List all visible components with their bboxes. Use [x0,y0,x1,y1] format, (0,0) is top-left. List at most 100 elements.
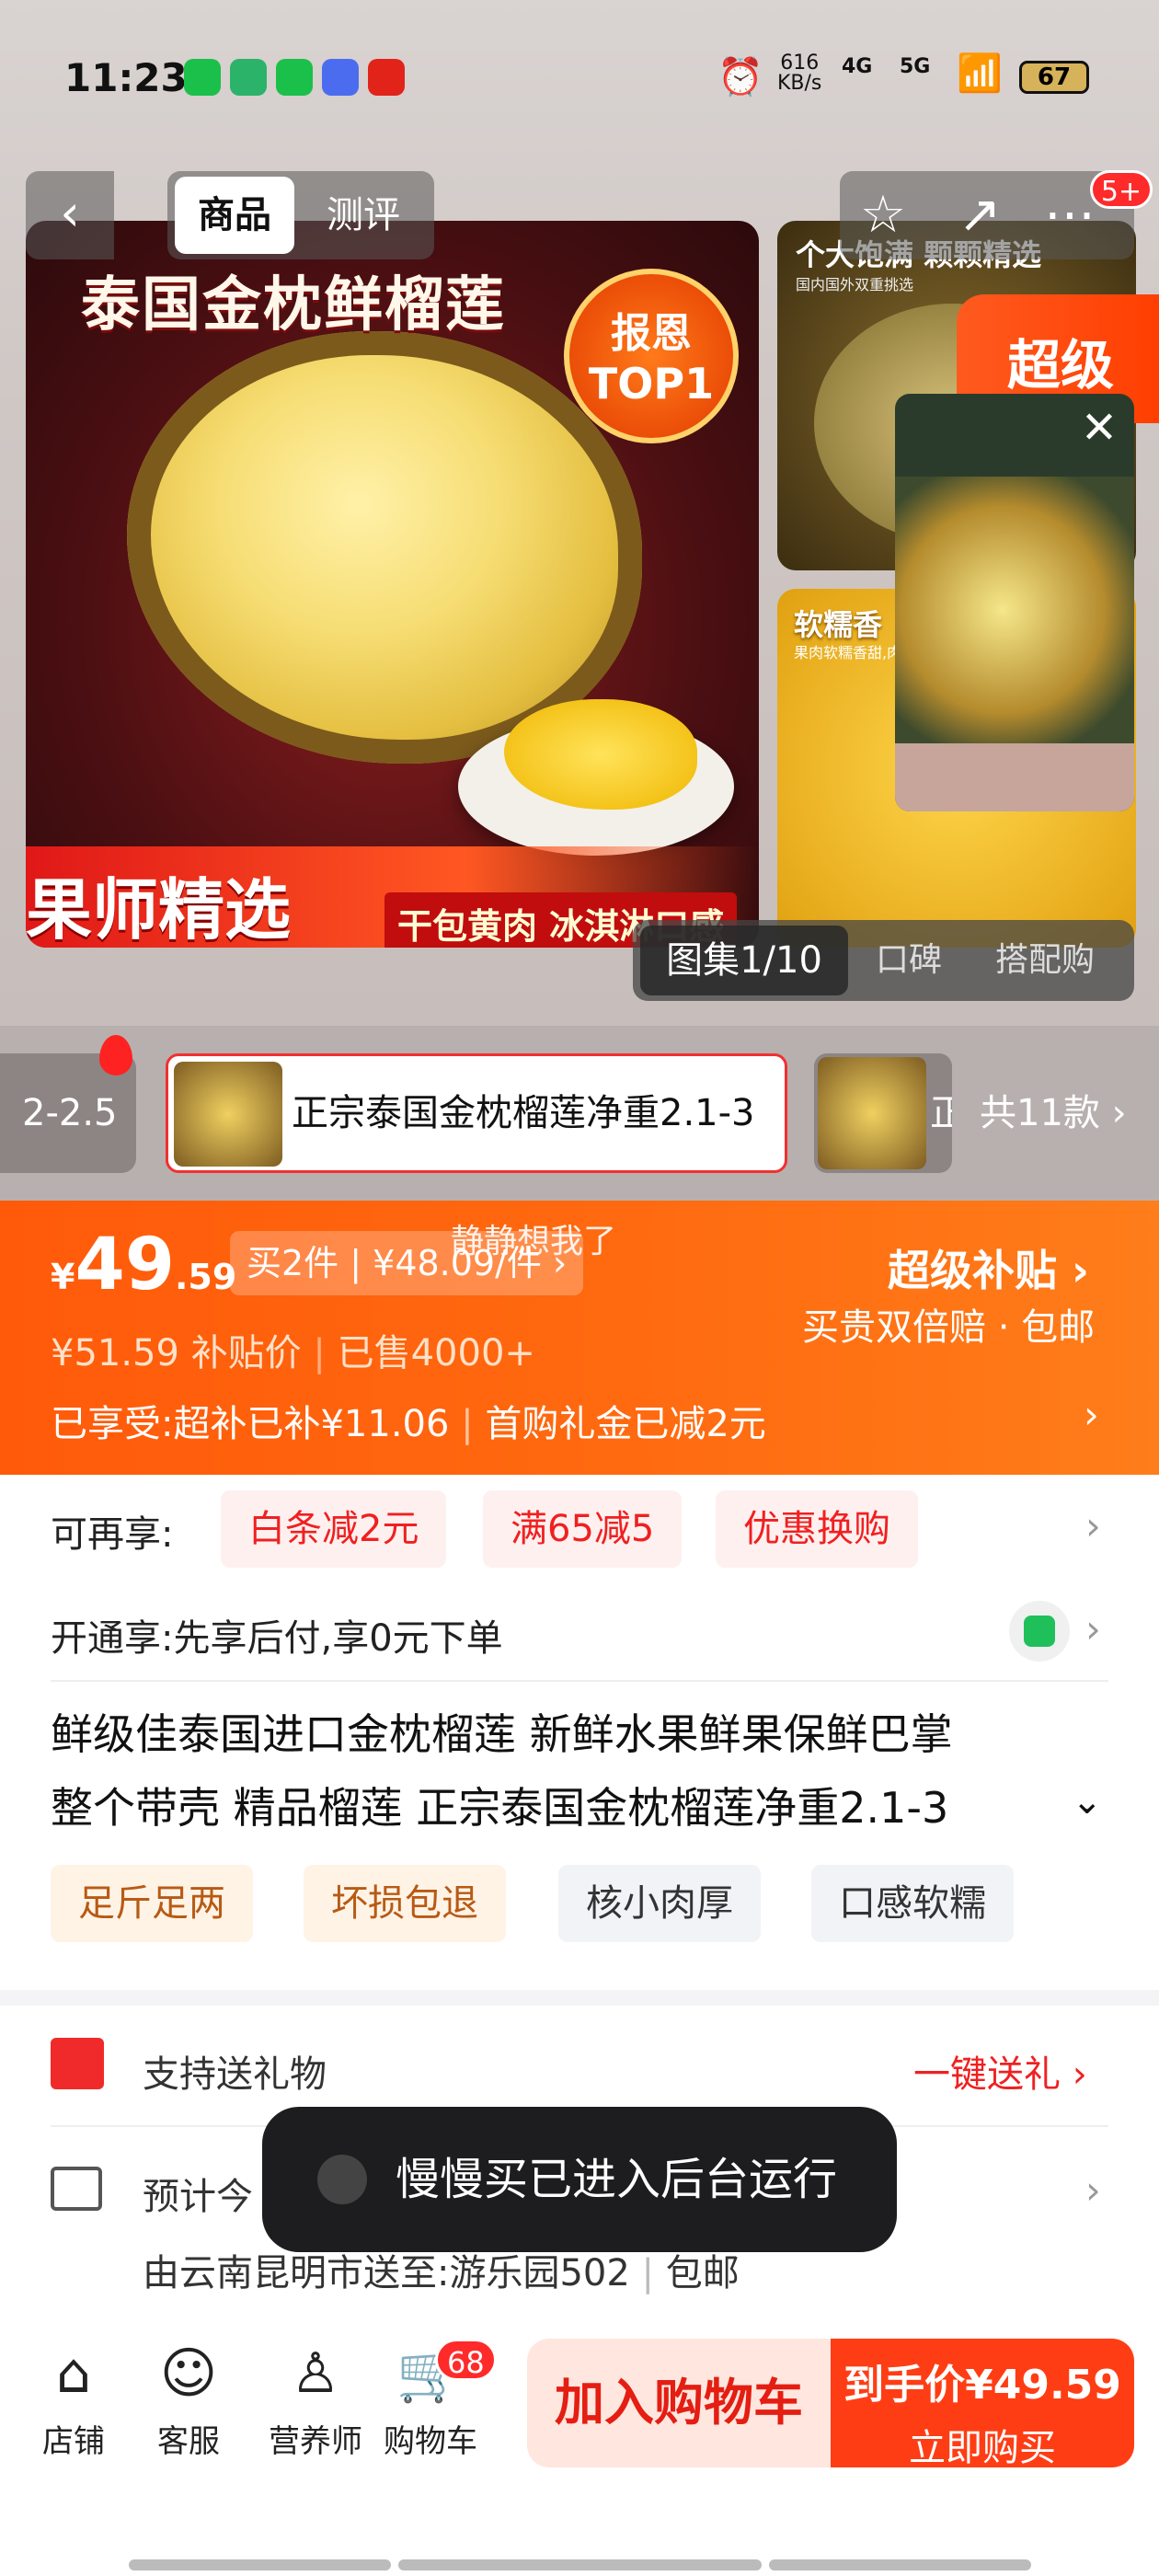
app-icon [230,59,267,96]
cart-label: 购物车 [384,2423,477,2460]
delivery-label: 预计今 [143,2176,253,2218]
gesture-bar [129,2559,391,2570]
badge-line2: TOP1 [588,359,715,408]
favorite-star-icon[interactable]: ☆ [842,171,924,259]
price-decimal: .59 [175,1257,237,1297]
chevron-right-icon[interactable]: › [1085,1503,1101,1548]
tab-review[interactable]: 测评 [304,177,423,254]
guarantee-text: 买贵双倍赔 · 包邮 [802,1306,1096,1349]
chevron-right-icon[interactable]: › [1084,1392,1099,1437]
super-subsidy-link[interactable]: 超级补贴 › [888,1237,1089,1298]
buy-now-label: 立即购买 [909,2427,1056,2469]
free-shipping: 包邮 [665,2252,740,2294]
variant-label: 正宗泰国金枕榴莲净重2.1-3 [292,1092,755,1134]
close-icon[interactable]: ✕ [1067,396,1131,460]
chevron-right-icon[interactable]: › [1085,1606,1101,1651]
watermark-text: 静静想我了 [451,1223,617,1260]
side1-subtitle: 国内国外双重挑选 [796,276,914,293]
net-speed-unit: KB/s [777,72,822,95]
hero-title: 泰国金枕鲜榴莲 [81,271,506,339]
share-icon[interactable]: ↗ [938,171,1021,259]
promo-label: 可再享: [51,1513,174,1556]
promo-chip[interactable]: 优惠换购 [716,1490,918,1568]
chevron-down-icon[interactable]: ⌄ [1072,1780,1103,1823]
open-benefit-row[interactable]: 开通享:先享后付,享0元下单 [51,1608,503,1662]
chat-icon: ☺ [159,2341,218,2406]
banner-main-text: 果师精选 [26,871,292,948]
gift-label: 支持送礼物 [143,2053,327,2096]
variant-thumbnail [818,1057,926,1169]
add-to-cart-button[interactable]: 加入购物车 [527,2339,831,2467]
vivo-icon [322,59,359,96]
gallery-tab-reputation[interactable]: 口碑 [876,926,942,995]
feature-tag: 足斤足两 [51,1865,253,1942]
notification-badge: 5+ [1090,170,1153,209]
wallet-icon [1009,1601,1070,1662]
sold-count: 已售4000+ [337,1332,535,1374]
truck-icon [51,2167,102,2211]
chevron-left-icon: ‹ [60,184,80,242]
service-button[interactable]: ☺ 客服 [138,2337,239,2461]
gesture-bar [769,2559,1031,2570]
gallery-tab-bundle[interactable]: 搭配购 [995,926,1095,995]
sim2-label: 5G [900,55,931,78]
variant-total-button[interactable]: 共11款 › [980,1053,1127,1173]
main-product-image[interactable]: 泰国金枕鲜榴莲 报恩 TOP1 果师精选 干包黄肉 冰淇淋口感 [26,221,759,948]
enjoyed-row[interactable]: 已享受:超补已补¥11.06 | 首购礼金已减2元 [51,1394,766,1447]
net-speed-value: 616 [780,52,820,75]
toast-text: 慢慢买已进入后台运行 [396,2154,838,2205]
status-time: 11:23 [64,55,188,100]
shop-label: 店铺 [42,2423,105,2460]
tab-product[interactable]: 商品 [175,177,294,254]
gift-icon [51,2038,104,2089]
durian-picture [127,331,642,764]
video-frame [895,477,1134,743]
nutritionist-button[interactable]: ♙ 营养师 [256,2337,375,2461]
variant-label: 正 [930,1092,952,1134]
back-button[interactable]: ‹ [26,171,114,259]
net-speed: 616 KB/s [777,53,821,94]
feature-tag: 坏损包退 [304,1865,506,1942]
buy-now-price: 到手价¥49.59 [843,2362,1121,2409]
sim1-label: 4G [842,55,873,78]
top1-badge: 报恩 TOP1 [564,269,739,443]
variant-thumbnail [174,1062,282,1167]
gallery-tab-images[interactable]: 图集1/10 [640,926,848,995]
enjoyed-subsidy: 已享受:超补已补¥11.06 [51,1403,450,1445]
one-click-gift-link[interactable]: 一键送礼 › [913,2044,1087,2098]
chevron-right-icon[interactable]: › [1085,2168,1101,2213]
battery-indicator: 67 [1019,61,1089,94]
price-symbol: ¥ [51,1257,75,1297]
service-label: 客服 [157,2423,220,2460]
gesture-bar [398,2559,762,2570]
jd-icon [368,59,405,96]
side2-title: 软糯香 [794,607,883,642]
original-price: ¥51.59 [51,1332,179,1374]
shop-icon: ⌂ [55,2341,92,2406]
product-title-line2: 整个带壳 精品榴莲 正宗泰国金枕榴莲净重2.1-3 [51,1783,949,1833]
divider [51,1680,1108,1682]
badge-line1: 报恩 [611,310,692,357]
price-integer: 49 [75,1224,175,1306]
toast: 慢慢买已进入后台运行 [262,2107,897,2252]
fire-icon [99,1035,132,1075]
wechat-icon [184,59,221,96]
status-app-icons [184,59,405,96]
wechat-icon [276,59,313,96]
variant-item[interactable]: 正 [814,1053,952,1173]
promo-chip[interactable]: 白条减2元 [221,1490,447,1568]
cart-count-badge: 68 [435,2339,497,2381]
buy-now-button[interactable]: 到手价¥49.59 立即购买 [831,2339,1134,2469]
product-title-line1: 鲜级佳泰国进口金枕榴莲 新鲜水果鲜果保鲜巴掌 [51,1709,953,1759]
delivery-route-text: 由云南昆明市送至:游乐园502 [143,2252,630,2294]
variant-item-selected[interactable]: 正宗泰国金枕榴莲净重2.1-3 [166,1053,787,1173]
price-original-row: ¥51.59 补贴价 | 已售4000+ [51,1332,535,1374]
gift-cash: 首购礼金已减2元 [485,1403,766,1445]
nutritionist-label: 营养师 [269,2423,362,2460]
feature-tag: 口感软糯 [811,1865,1014,1942]
shop-button[interactable]: ⌂ 店铺 [23,2337,124,2461]
app-icon [317,2155,367,2204]
wifi-icon: 📶 [957,52,1003,95]
promo-chip[interactable]: 满65减5 [483,1490,683,1568]
feature-tag: 核小肉厚 [558,1865,761,1942]
